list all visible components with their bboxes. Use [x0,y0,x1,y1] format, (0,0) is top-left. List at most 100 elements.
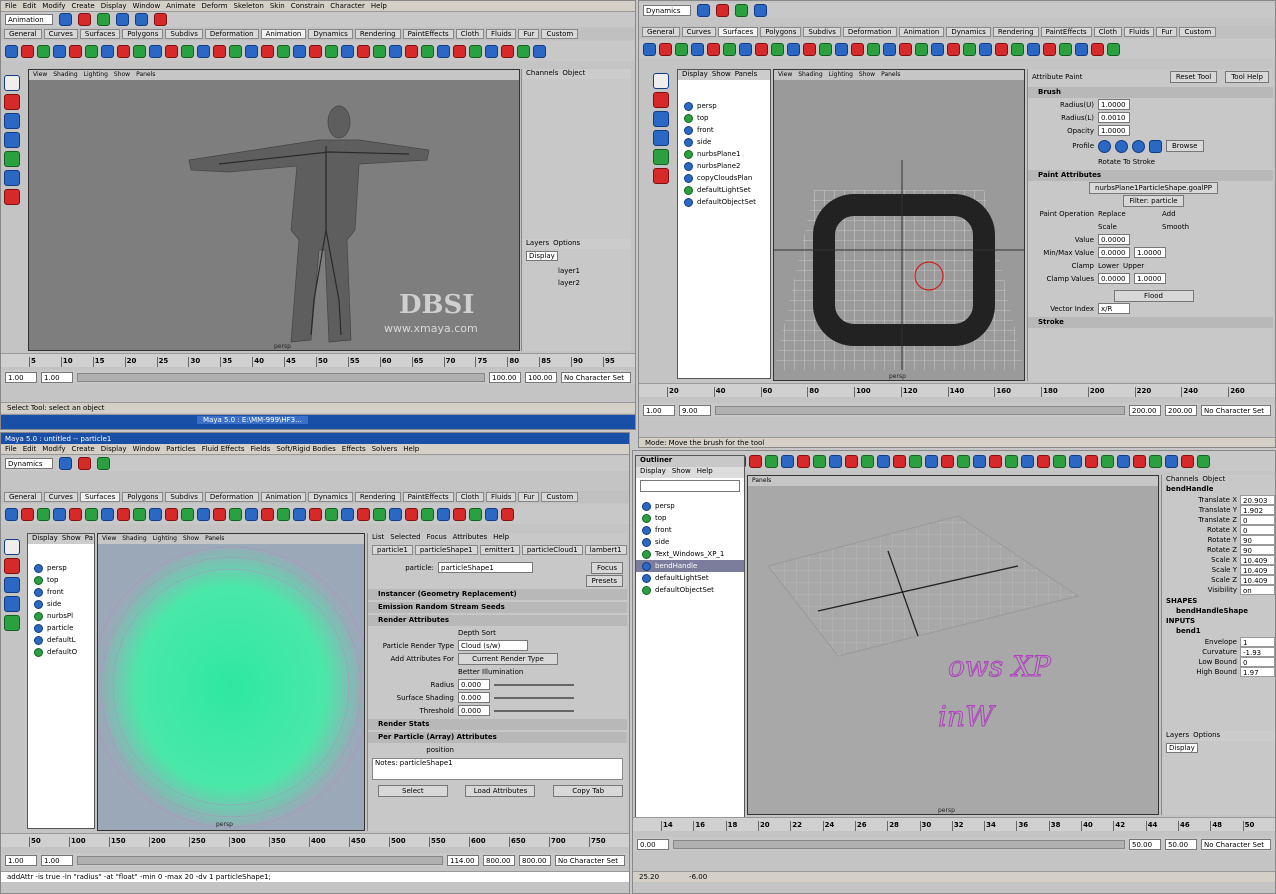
start-time-field[interactable]: 1.00 [643,404,675,416]
end-time-field[interactable]: 100.00 [525,371,557,383]
outliner-item[interactable]: side [636,536,744,548]
vp-menu-0[interactable]: View [778,70,792,80]
shelf-tab-painteffects[interactable]: PaintEffects [1040,27,1092,37]
select-button[interactable]: Select [377,784,448,797]
shelf-tool-icon[interactable] [37,507,50,521]
ae-menu-1[interactable]: Selected [390,533,420,543]
save-scene-icon[interactable] [97,13,110,26]
menu-8[interactable]: Skeleton [234,2,264,10]
shelf-tool-icon[interactable] [1181,454,1194,468]
shelf-tab-deformation[interactable]: Deformation [204,29,259,39]
ae-menu-3[interactable]: Attributes [453,533,488,543]
menu-6[interactable]: Animate [166,2,195,10]
paint-attribute-button[interactable]: nurbsPlane1ParticleShape.goalPP [1089,181,1218,194]
channel-value[interactable]: 1.97 [1240,667,1275,677]
shelf-tool-icon[interactable] [197,507,210,521]
ae-menu-0[interactable]: List [372,533,384,543]
render-icon[interactable] [154,13,167,26]
shelf-tool-icon[interactable] [37,44,50,58]
rotate-tool-icon[interactable] [653,130,669,146]
channel-value[interactable]: 90 [1240,535,1275,545]
surface-shading-slider[interactable] [494,696,574,699]
shelf-tool-icon[interactable] [1075,42,1088,56]
channel-row[interactable]: Scale Z 10.409 [1162,575,1275,585]
shelf-tool-icon[interactable] [1069,454,1082,468]
shelf-tool-icon[interactable] [819,42,832,56]
menu-10[interactable]: Constrain [291,2,325,10]
shelf-tool-icon[interactable] [501,507,514,521]
shelf-tab-curves[interactable]: Curves [43,492,78,502]
playback-end-field[interactable]: 800.00 [483,854,515,866]
shelf-tool-icon[interactable] [325,44,338,58]
shelf-tool-icon[interactable] [845,454,858,468]
vp-menu-0[interactable]: View [33,70,47,80]
shelf-tool-icon[interactable] [181,44,194,58]
menu-10[interactable]: Effects [342,445,366,453]
outliner-item[interactable]: persp [28,562,94,574]
shelf-tool-icon[interactable] [1149,454,1162,468]
mode-selector[interactable]: Animation [5,14,53,25]
outliner-item[interactable]: side [678,136,770,148]
channel-row[interactable]: Translate Y 1.902 [1162,505,1275,515]
shelf-tool-icon[interactable] [69,507,82,521]
outliner-item[interactable]: top [28,574,94,586]
shelf-tool-icon[interactable] [389,507,402,521]
channel-row[interactable]: Translate X 20.903 [1162,495,1275,505]
viewport-persp[interactable]: View Shading Lighting Show Panels persp DBSI… [28,69,520,351]
layers-menu[interactable]: Layers [1166,731,1189,741]
shelf-tab-painteffects[interactable]: PaintEffects [402,29,454,39]
profile-gaussian-icon[interactable] [1098,139,1111,153]
threshold-slider[interactable] [494,709,574,712]
profile-square-icon[interactable] [1149,139,1162,153]
shelf-tool-icon[interactable] [973,454,986,468]
shelf-tool-icon[interactable] [781,454,794,468]
shelf-tab-dynamics[interactable]: Dynamics [946,27,991,37]
channel-row[interactable]: Envelope 1 [1162,637,1275,647]
shelf-tool-icon[interactable] [979,42,992,56]
shelf-tool-icon[interactable] [1027,42,1040,56]
shelf-tool-icon[interactable] [357,44,370,58]
ae-tab-2[interactable]: emitter1 [479,545,520,555]
shelf-tab-fur[interactable]: Fur [518,29,540,39]
playback-end-field[interactable]: 200.00 [1129,404,1161,416]
shelf-tool-icon[interactable] [53,507,66,521]
shelf-tab-cloth[interactable]: Cloth [455,492,485,502]
radius-l-field[interactable]: 0.0010 [1098,112,1130,123]
rotate-tool-icon[interactable] [4,132,20,148]
shelf-tool-icon[interactable] [405,507,418,521]
shelf-tab-animation[interactable]: Animation [260,29,307,39]
vp-menu-2[interactable]: Lighting [153,534,177,544]
shelf-tool-icon[interactable] [1011,42,1024,56]
shelf-tab-deformation[interactable]: Deformation [842,27,897,37]
shelf-tool-icon[interactable] [1053,454,1066,468]
channel-value[interactable]: 20.903 [1240,495,1275,505]
shelf-tool-icon[interactable] [957,454,970,468]
reset-tool-button[interactable]: Reset Tool [1169,71,1218,83]
shelf-tool-icon[interactable] [357,507,370,521]
outliner-item[interactable]: front [28,586,94,598]
playback-start-field[interactable]: 1.00 [41,371,73,383]
menu-11[interactable]: Character [330,2,365,10]
threshold-field[interactable]: 0.000 [458,705,490,716]
shelf-tab-surfaces[interactable]: Surfaces [79,492,121,502]
shelf-tool-icon[interactable] [501,44,514,58]
layer-display-dropdown[interactable]: Display [526,251,558,261]
menu-9[interactable]: Skin [270,2,285,10]
snap-grid-icon[interactable] [135,13,148,26]
clamp-max-field[interactable]: 1.0000 [1134,273,1166,284]
shelf-tool-icon[interactable] [309,507,322,521]
shelf-tool-icon[interactable] [947,42,960,56]
shelf-tool-icon[interactable] [405,44,418,58]
shelf-tool-icon[interactable] [765,454,778,468]
outliner-item[interactable]: defaultLightSet [636,572,744,584]
presets-button[interactable]: Presets [585,574,623,587]
channels-menu[interactable]: Channels [1166,475,1198,485]
shelf-tool-icon[interactable] [69,44,82,58]
shelf-tool-icon[interactable] [229,507,242,521]
surface-shading-field[interactable]: 0.000 [458,692,490,703]
ae-tab-4[interactable]: lambert1 [584,545,627,555]
profile-solid-icon[interactable] [1132,139,1145,153]
lasso-tool-icon[interactable] [4,94,20,110]
shelf-tool-icon[interactable] [309,44,322,58]
stroke-section[interactable]: Stroke [1028,317,1273,328]
